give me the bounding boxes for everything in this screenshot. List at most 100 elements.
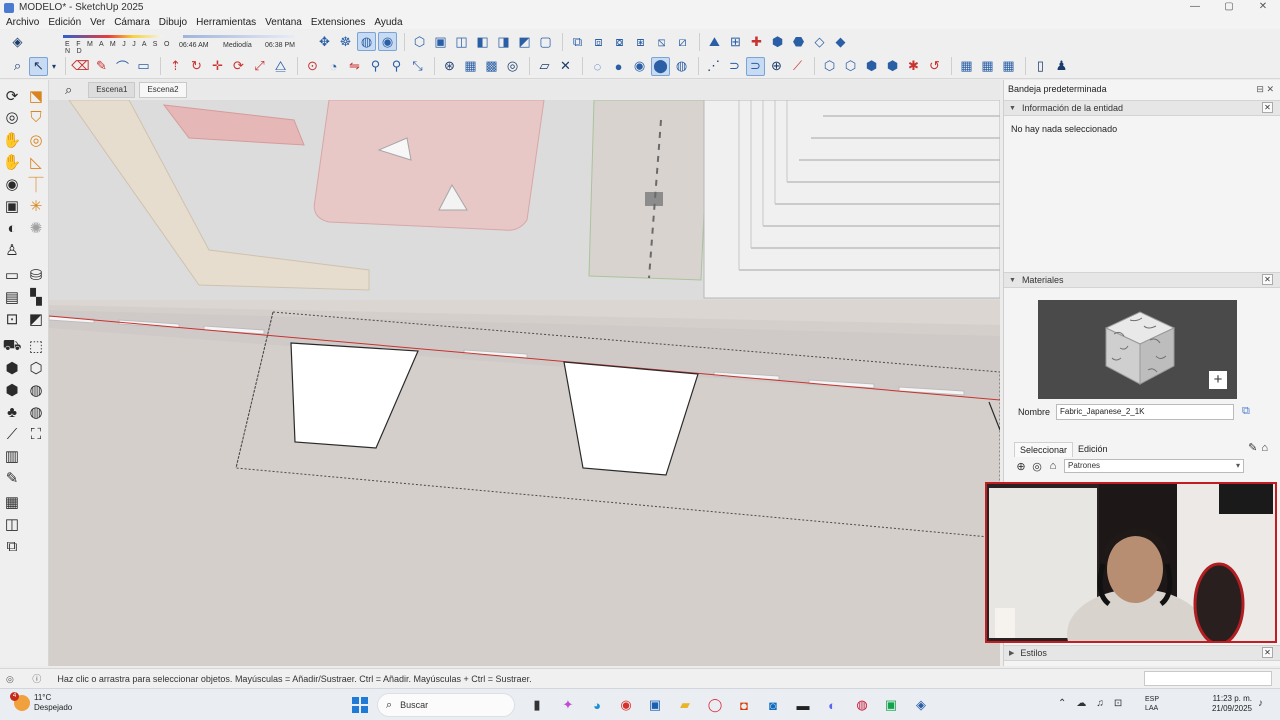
- scene-search-icon[interactable]: ⌕: [65, 82, 72, 98]
- plant-icon[interactable]: ♣: [2, 402, 22, 422]
- warehouse-icon[interactable]: ◎: [503, 57, 522, 76]
- document-icon[interactable]: ▯: [1031, 57, 1050, 76]
- measurements-box[interactable]: [1144, 671, 1272, 686]
- menu-archivo[interactable]: Archivo: [6, 17, 39, 28]
- offset-icon[interactable]: ⧋: [271, 57, 290, 76]
- paint-drop-icon[interactable]: ●: [609, 57, 628, 76]
- ruler-icon[interactable]: ◩: [26, 309, 46, 329]
- look-around-icon[interactable]: ◉: [2, 174, 22, 194]
- follow-me-icon[interactable]: ↻: [187, 57, 206, 76]
- app-green-icon[interactable]: ▣: [881, 695, 901, 715]
- tripod-icon[interactable]: ⏉: [26, 174, 46, 194]
- iso-view-icon[interactable]: ⬡: [410, 32, 429, 51]
- weather-widget[interactable]: 4 11°C Despejado: [10, 692, 72, 713]
- shadows-toggle-icon[interactable]: ◈: [8, 32, 27, 51]
- styles-header[interactable]: ▶ Estilos ✕: [1004, 645, 1280, 661]
- orbit-tool-icon[interactable]: ◎: [2, 107, 22, 127]
- cube-1-icon[interactable]: ⬢: [2, 358, 22, 378]
- intersect-icon[interactable]: ⧄: [673, 32, 692, 51]
- opera-icon[interactable]: ◯: [705, 695, 725, 715]
- store-icon[interactable]: ▣: [645, 695, 665, 715]
- union-icon[interactable]: ⧆: [631, 32, 650, 51]
- status-info-icon[interactable]: ◎ ⓘ: [6, 672, 49, 685]
- entity-info-header[interactable]: ▼ Información de la entidad ✕: [1004, 100, 1280, 116]
- sandbox-tool-icon[interactable]: ⛉: [26, 107, 46, 127]
- pencil-line-icon[interactable]: ✎: [92, 57, 111, 76]
- front-view-icon[interactable]: ◫: [452, 32, 471, 51]
- paint-drop-outline-icon[interactable]: ◌: [588, 57, 607, 76]
- triangle-tool-icon[interactable]: ◺: [26, 152, 46, 172]
- select-arrow-icon[interactable]: ↖: [29, 56, 48, 76]
- section-plane-icon[interactable]: ⇋: [345, 57, 364, 76]
- scale-icon[interactable]: ⤢: [250, 57, 269, 76]
- texture-icon[interactable]: ▦: [461, 57, 480, 76]
- car-icon[interactable]: ⛟: [2, 336, 22, 356]
- file-explorer-icon[interactable]: ▰: [675, 695, 695, 715]
- window-2-icon[interactable]: ▤: [2, 287, 22, 307]
- back-edges-icon[interactable]: ◉: [378, 32, 397, 51]
- reset-icon[interactable]: ↺: [925, 57, 944, 76]
- hex-1-icon[interactable]: ⬡: [820, 57, 839, 76]
- menu-herramientas[interactable]: Herramientas: [196, 17, 256, 28]
- add-detail-icon[interactable]: ◇: [810, 32, 829, 51]
- grid-2-icon[interactable]: ▦: [978, 57, 997, 76]
- document-edit-icon[interactable]: ✎: [2, 468, 22, 488]
- home-icon[interactable]: ⌂: [1046, 460, 1060, 472]
- component-icon[interactable]: ⧉: [568, 32, 587, 51]
- back-view-icon[interactable]: ◨: [494, 32, 513, 51]
- office-icon[interactable]: ◘: [734, 695, 754, 715]
- shadow-month-slider[interactable]: E F M A M J J A S O N D: [39, 31, 179, 55]
- hex-3-icon[interactable]: ⬢: [862, 57, 881, 76]
- bucket-cursor-icon[interactable]: ⛶: [26, 424, 46, 444]
- sandbox-scratch-icon[interactable]: ⊞: [726, 32, 745, 51]
- window-1-icon[interactable]: ▭: [2, 265, 22, 285]
- protractor-icon[interactable]: ◔: [324, 57, 343, 76]
- material-copy-icon[interactable]: ⧉: [1242, 405, 1250, 418]
- chrome-icon[interactable]: ◉: [616, 695, 636, 715]
- grid-3-icon[interactable]: ▦: [999, 57, 1018, 76]
- sandbox-contours-icon[interactable]: ⛰: [705, 32, 724, 51]
- tape-measure-icon[interactable]: ⊙: [303, 57, 322, 76]
- menu-edicion[interactable]: Edición: [48, 17, 81, 28]
- push-pull-icon[interactable]: ⇡: [166, 57, 185, 76]
- eyedropper-icon[interactable]: ✎⌂: [1248, 441, 1272, 454]
- edge-icon[interactable]: ◕: [587, 695, 607, 715]
- outer-shell-icon[interactable]: ⧇: [610, 32, 629, 51]
- dashed-line-icon[interactable]: ⋰: [704, 57, 723, 76]
- grid-1-icon[interactable]: ▦: [957, 57, 976, 76]
- magnet-icon[interactable]: ⊃: [725, 57, 744, 76]
- right-view-icon[interactable]: ◧: [473, 32, 492, 51]
- sphere-icon[interactable]: ◍: [26, 380, 46, 400]
- left-view-icon[interactable]: ◩: [515, 32, 534, 51]
- paint-bucket-icon[interactable]: ⬤: [651, 56, 670, 76]
- taskbar-search-box[interactable]: ⌕ Buscar: [377, 693, 515, 717]
- hand-tool-icon[interactable]: ✋: [2, 152, 22, 172]
- section-box-icon[interactable]: ▣: [2, 196, 22, 216]
- sketchup-taskbar-icon[interactable]: ◈: [911, 695, 931, 715]
- group-icon[interactable]: ⧈: [589, 32, 608, 51]
- snap-icon[interactable]: ✱: [904, 57, 923, 76]
- rectangle-icon[interactable]: ▭: [134, 57, 153, 76]
- model-viewport[interactable]: [49, 100, 1000, 666]
- windows-start-icon[interactable]: [352, 697, 368, 713]
- tray-pin-icon[interactable]: ⊟ ✕: [1256, 84, 1274, 95]
- terminal-icon[interactable]: ▬: [793, 695, 813, 715]
- menu-ayuda[interactable]: Ayuda: [374, 17, 402, 28]
- app-red-icon[interactable]: ◍: [852, 695, 872, 715]
- xray-icon[interactable]: ◍: [357, 32, 376, 51]
- cylinder-icon[interactable]: ⛁: [26, 265, 46, 285]
- lock-icon[interactable]: ⊡: [2, 309, 22, 329]
- bottom-view-icon[interactable]: ▢: [536, 32, 555, 51]
- pan-camera-icon[interactable]: ☸: [336, 32, 355, 51]
- close-button[interactable]: ✕: [1246, 0, 1280, 15]
- taskbar-clock[interactable]: 11:23 p. m. 21/09/2025: [1208, 694, 1252, 714]
- magnet-active-icon[interactable]: ⊃: [746, 56, 765, 76]
- building-icon[interactable]: ▥: [2, 446, 22, 466]
- hex-2-icon[interactable]: ⬡: [841, 57, 860, 76]
- back-nav-icon[interactable]: ⊕: [1014, 460, 1028, 473]
- tab-seleccionar[interactable]: Seleccionar: [1014, 442, 1074, 457]
- move-icon[interactable]: ✛: [208, 57, 227, 76]
- cube-2-icon[interactable]: ⬡: [26, 358, 46, 378]
- menu-camara[interactable]: Cámara: [114, 17, 150, 28]
- tab-escena2[interactable]: Escena2: [139, 82, 187, 98]
